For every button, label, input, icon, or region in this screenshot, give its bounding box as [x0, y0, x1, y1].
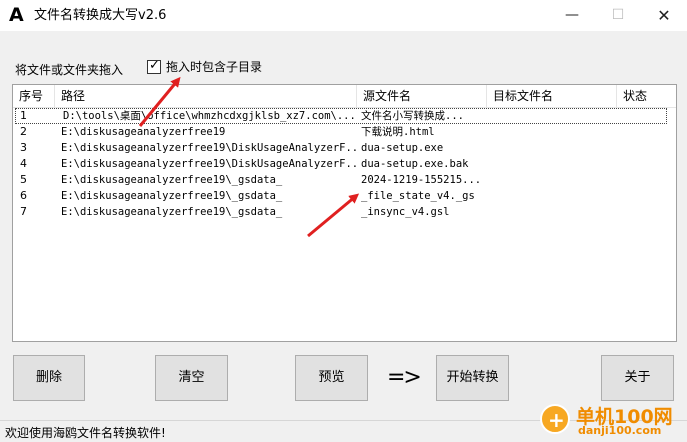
annotation-arrow-filenames	[307, 193, 360, 238]
annotation-arrow-checkbox	[138, 76, 181, 127]
annotation-arrows	[138, 76, 360, 238]
